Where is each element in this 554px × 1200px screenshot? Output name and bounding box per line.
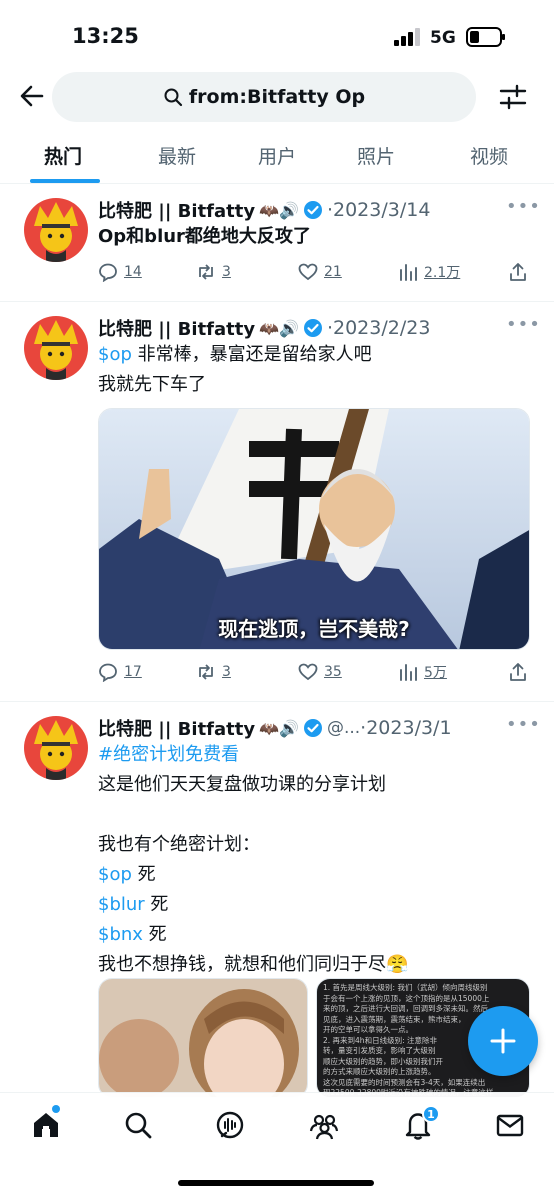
- tweet-text: 死: [131, 864, 156, 885]
- spaces-icon[interactable]: [214, 1109, 246, 1141]
- tweet-date[interactable]: ·2023/3/14: [327, 199, 430, 221]
- reply-icon: [99, 263, 117, 282]
- name-emoji: 🦇🔊: [259, 318, 299, 338]
- view-count: 2.1万: [424, 265, 461, 281]
- verified-badge-icon: [303, 719, 322, 737]
- communities-icon[interactable]: [308, 1109, 340, 1141]
- heart-icon: [298, 663, 318, 681]
- share-button[interactable]: [508, 262, 534, 282]
- tweet-date[interactable]: ·2023/3/1: [360, 717, 451, 739]
- like-count: 21: [324, 264, 342, 280]
- tab-photos[interactable]: 照片: [357, 142, 395, 169]
- messages-mail-icon[interactable]: [494, 1109, 526, 1141]
- name-emoji: 🦇🔊: [259, 200, 299, 220]
- battery-icon: [466, 27, 505, 47]
- tweet-text: 死: [144, 894, 169, 915]
- tweet[interactable]: 比特肥 || Bitfatty 🦇🔊 ·2023/3/14 ••• Op和blu…: [0, 184, 554, 302]
- verified-badge-icon: [303, 201, 322, 219]
- views-button[interactable]: 5万: [398, 662, 447, 682]
- back-arrow-icon[interactable]: [18, 82, 46, 110]
- like-button[interactable]: 35: [298, 662, 342, 682]
- tab-videos[interactable]: 视频: [470, 142, 508, 169]
- share-button[interactable]: [508, 662, 534, 682]
- like-button[interactable]: 21: [298, 262, 342, 282]
- retweet-count: 3: [222, 264, 231, 280]
- tweet-image[interactable]: 现在逃顶，岂不美哉?: [98, 408, 530, 650]
- search-icon[interactable]: [122, 1109, 154, 1141]
- views-button[interactable]: 2.1万: [398, 262, 460, 282]
- retweet-icon: [199, 264, 213, 280]
- network-type: 5G: [430, 28, 456, 48]
- avatar[interactable]: [24, 716, 88, 780]
- views-chart-icon: [400, 264, 417, 281]
- search-bar[interactable]: from:Bitfatty Op: [52, 72, 476, 122]
- share-icon: [510, 663, 526, 681]
- avatar[interactable]: [24, 316, 88, 380]
- cashtag-link[interactable]: $bnx: [98, 924, 143, 945]
- tweet-text: 非常棒，暴富还是留给家人吧: [131, 344, 372, 365]
- home-notification-dot: [52, 1105, 60, 1113]
- cashtag-link[interactable]: $op: [98, 344, 132, 365]
- reply-button[interactable]: 17: [98, 662, 142, 682]
- reply-icon: [99, 663, 117, 682]
- reply-button[interactable]: 14: [98, 262, 142, 282]
- heart-icon: [298, 263, 318, 281]
- views-chart-icon: [400, 664, 417, 681]
- home-icon[interactable]: [30, 1109, 62, 1141]
- status-time: 13:25: [72, 24, 139, 48]
- more-options-icon[interactable]: •••: [506, 714, 541, 735]
- search-query: from:Bitfatty Op: [188, 86, 366, 108]
- author-handle[interactable]: @...: [327, 718, 360, 738]
- view-count: 5万: [424, 665, 447, 681]
- cashtag-link[interactable]: $blur: [98, 894, 145, 915]
- verified-badge-icon: [303, 319, 322, 337]
- search-tabs: 热门 最新 用户 照片 视频: [0, 130, 554, 184]
- plus-icon: [490, 1028, 516, 1054]
- tweet-text: 我也不想挣钱，就想和他们同归于尽😤: [98, 954, 409, 975]
- tweet-text: Op和blur都绝地大反攻了: [98, 226, 311, 247]
- filter-settings-icon[interactable]: [498, 82, 528, 112]
- name-emoji: 🦇🔊: [259, 718, 299, 738]
- tweet-text: 我也有个绝密计划：: [98, 834, 260, 855]
- reply-count: 14: [124, 264, 142, 280]
- retweet-button[interactable]: 3: [196, 262, 231, 282]
- tweet-date[interactable]: ·2023/2/23: [327, 317, 430, 339]
- tab-people[interactable]: 用户: [258, 142, 296, 169]
- more-options-icon[interactable]: •••: [506, 196, 541, 217]
- hashtag-link[interactable]: #绝密计划免费看: [98, 740, 408, 770]
- status-bar: 13:25 5G: [0, 0, 554, 64]
- image-caption: 现在逃顶，岂不美哉?: [218, 617, 410, 641]
- author-name[interactable]: 比特肥 || Bitfatty: [98, 715, 255, 741]
- avatar[interactable]: [24, 198, 88, 262]
- author-name[interactable]: 比特肥 || Bitfatty: [98, 197, 255, 223]
- search-icon: [164, 88, 183, 107]
- tweet-text: 这是他们天天复盘做功课的分享计划: [98, 774, 386, 795]
- more-options-icon[interactable]: •••: [506, 314, 541, 335]
- home-indicator: [178, 1180, 374, 1186]
- author-name[interactable]: 比特肥 || Bitfatty: [98, 315, 255, 341]
- tweet[interactable]: 比特肥 || Bitfatty 🦇🔊 ·2023/2/23 ••• $op 非常…: [0, 302, 554, 702]
- compose-button[interactable]: [468, 1006, 538, 1076]
- tab-latest[interactable]: 最新: [158, 142, 196, 169]
- retweet-count: 3: [222, 664, 231, 680]
- cashtag-link[interactable]: $op: [98, 864, 132, 885]
- signal-icon: [394, 28, 420, 46]
- like-count: 35: [324, 664, 342, 680]
- photo-image: [99, 979, 307, 1097]
- share-icon: [510, 263, 526, 281]
- notifications-badge: 1: [422, 1105, 440, 1123]
- retweet-button[interactable]: 3: [196, 662, 231, 682]
- tweet-text: 死: [142, 924, 167, 945]
- tweet-image[interactable]: [98, 978, 308, 1098]
- tweet-actions: 17 3 35 5万: [98, 662, 530, 686]
- reply-count: 17: [124, 664, 142, 680]
- tweet-actions: 14 3 21 2.1万: [98, 262, 530, 286]
- active-tab-indicator: [30, 179, 100, 183]
- retweet-icon: [199, 664, 213, 680]
- tweet-text: 我就先下车了: [98, 374, 206, 395]
- tab-top[interactable]: 热门: [44, 142, 82, 169]
